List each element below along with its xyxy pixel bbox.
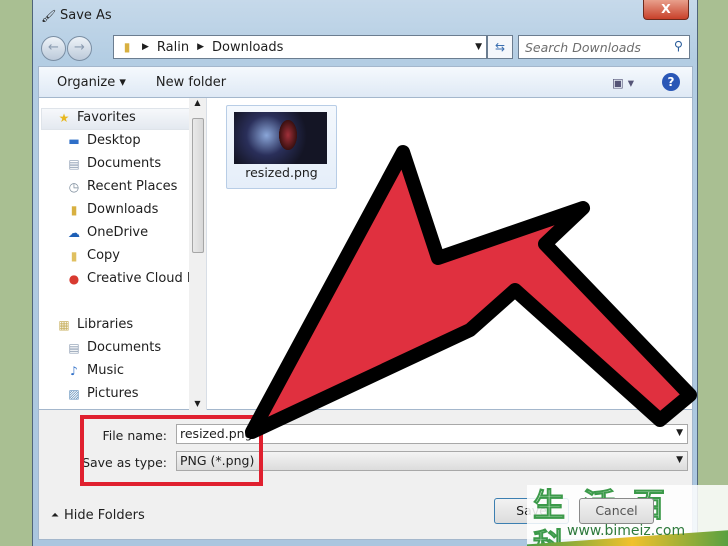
arrow-shape: [245, 145, 697, 439]
red-arrow-annotation: [245, 145, 697, 439]
cancel-button[interactable]: Cancel: [579, 498, 654, 524]
watermark-url: www.bimeiz.com: [567, 523, 686, 539]
